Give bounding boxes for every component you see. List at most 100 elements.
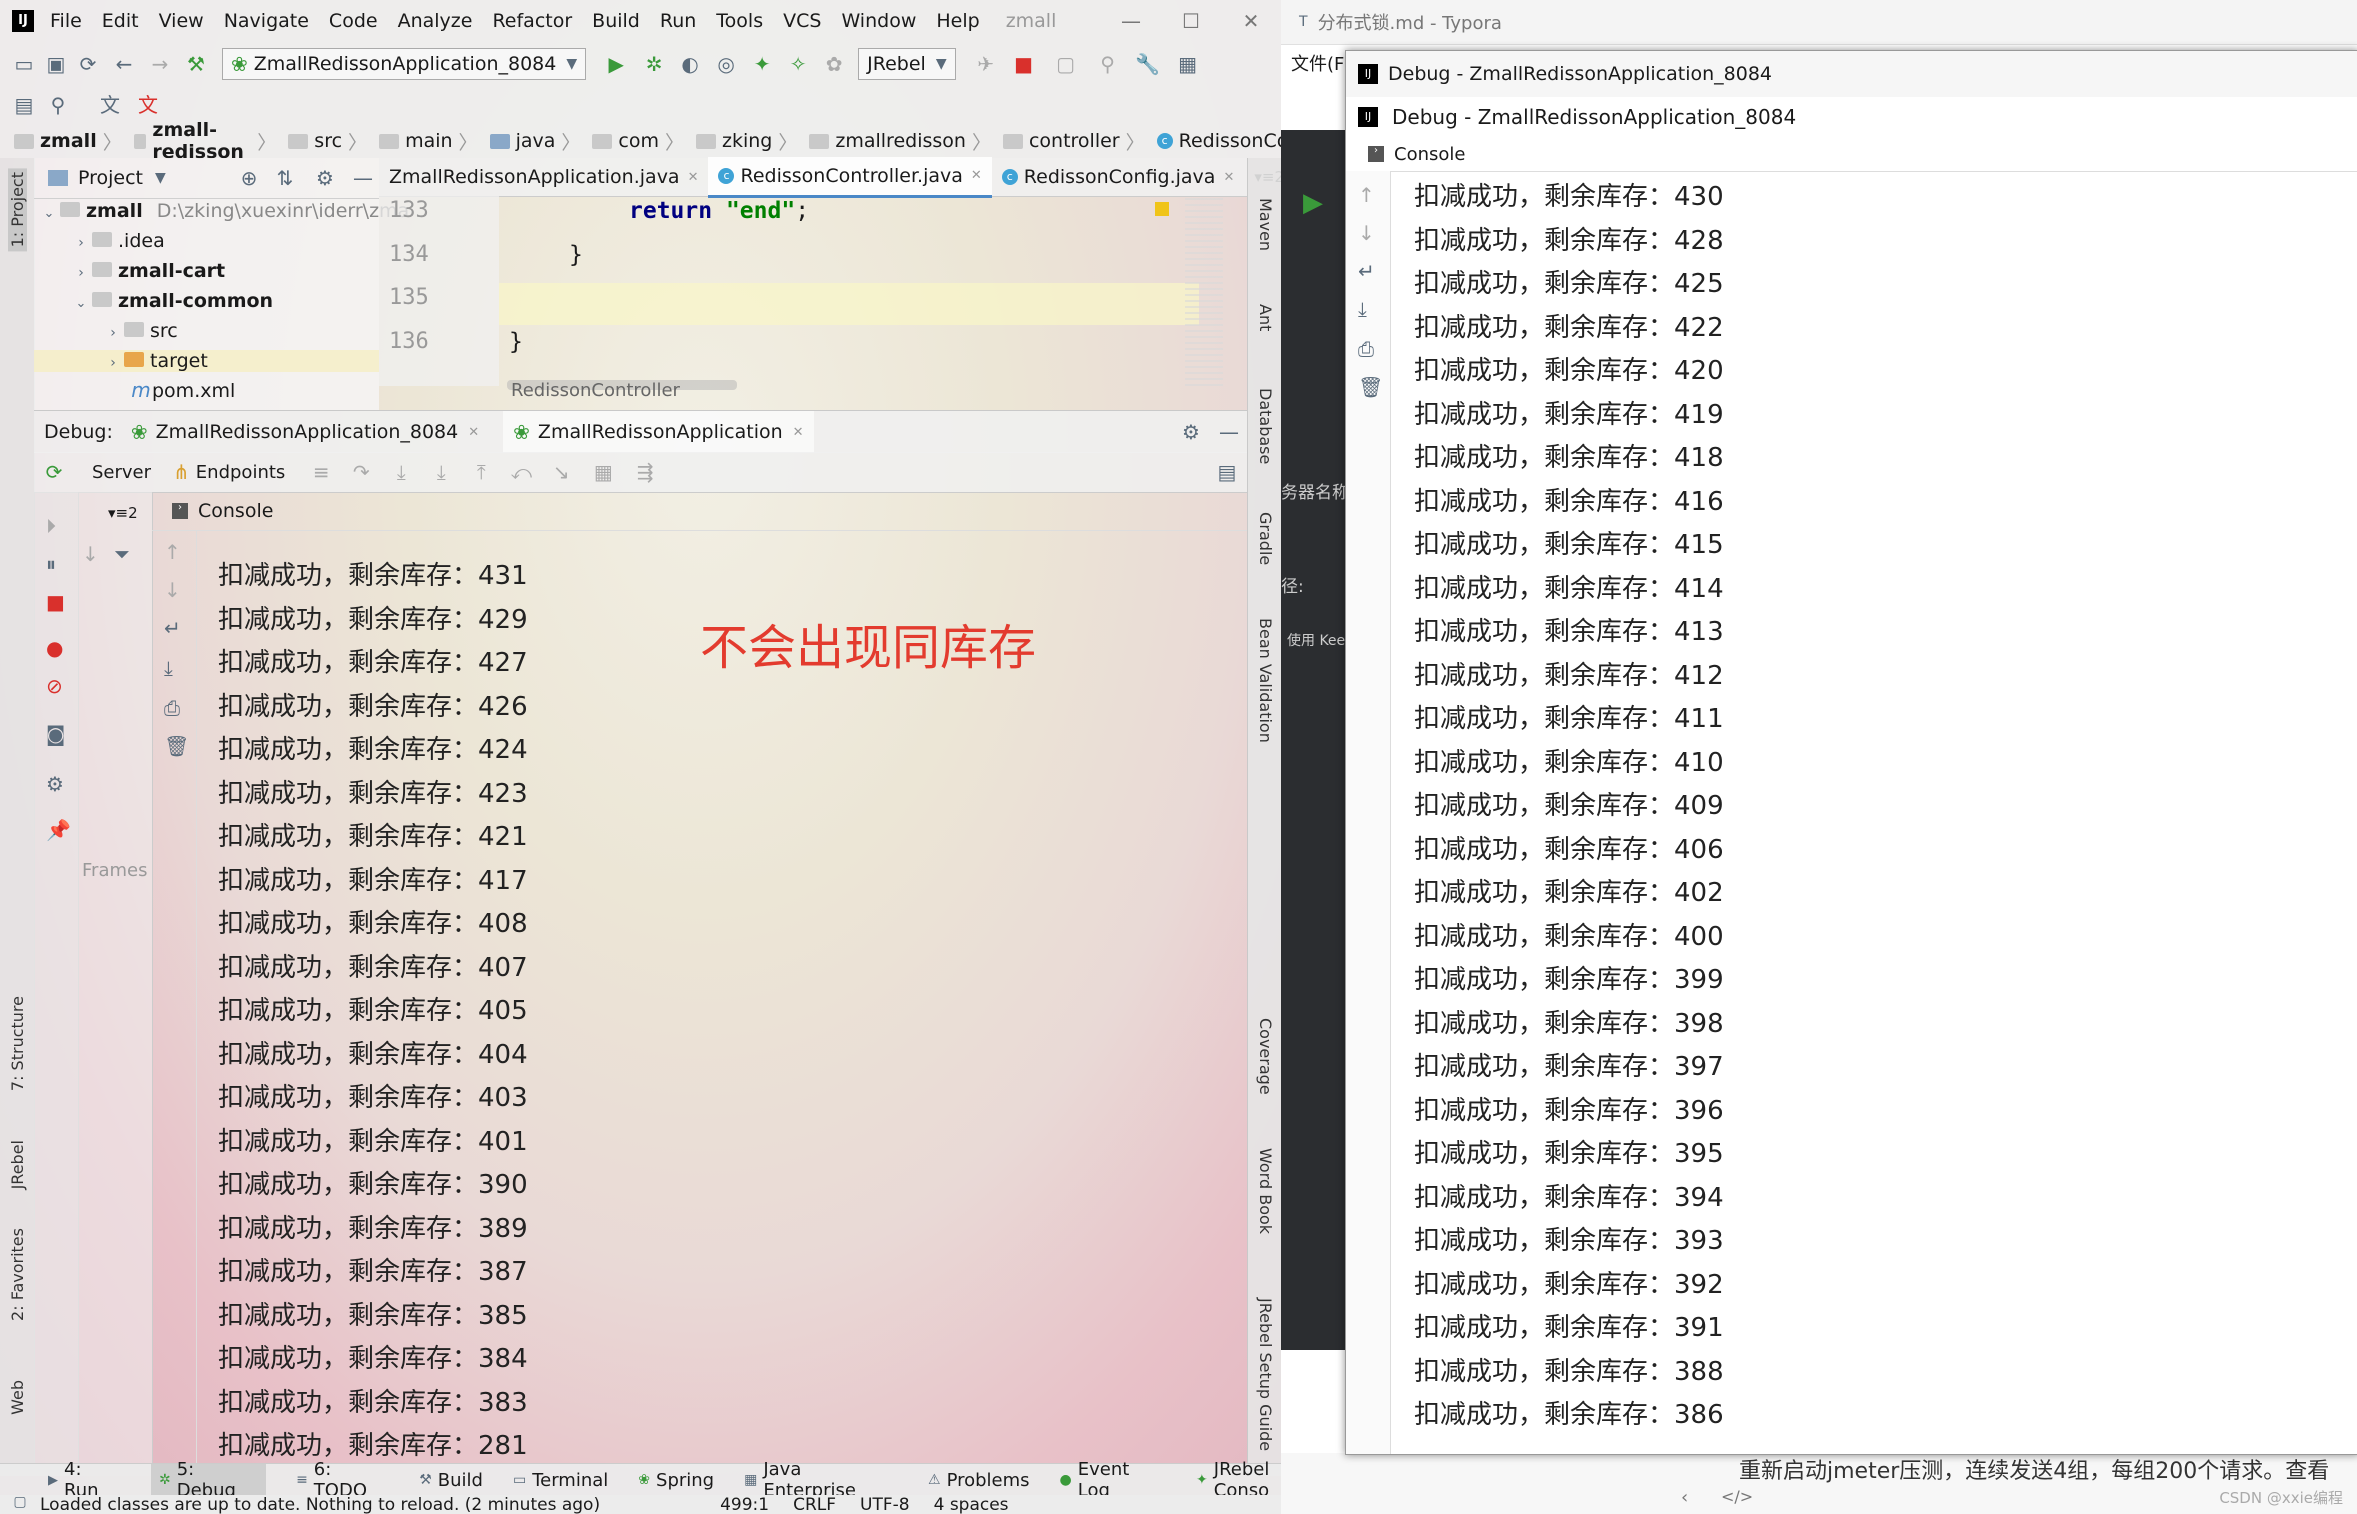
breadcrumb-java[interactable]: java 〉 bbox=[489, 128, 587, 155]
menu-navigate[interactable]: Navigate bbox=[224, 10, 309, 32]
pin-icon[interactable]: 📌 bbox=[46, 820, 71, 840]
menu-tools[interactable]: Tools bbox=[716, 10, 763, 32]
step-into-icon[interactable]: ⤓ bbox=[381, 462, 421, 482]
chevron-down-icon[interactable]: ▼ bbox=[155, 171, 166, 185]
sync-icon[interactable]: ⟳ bbox=[72, 54, 104, 74]
status-encoding[interactable]: UTF-8 bbox=[860, 1495, 910, 1514]
layout-icon[interactable]: ▤ bbox=[1207, 462, 1247, 482]
step-over-icon[interactable]: ↷ bbox=[341, 462, 381, 482]
debug-icon[interactable]: ✲ bbox=[636, 54, 672, 74]
drop-frame-icon[interactable]: ⤺ bbox=[501, 462, 541, 482]
menu-refactor[interactable]: Refactor bbox=[492, 10, 572, 32]
breadcrumb-controller[interactable]: controller 〉 bbox=[1002, 128, 1151, 155]
status-position[interactable]: 499:1 bbox=[720, 1495, 769, 1514]
translate-icon[interactable]: 文 bbox=[90, 95, 130, 115]
tree-item-zmall-cart[interactable]: › zmall-cart bbox=[70, 260, 225, 282]
close-icon[interactable]: ✕ bbox=[1221, 11, 1281, 31]
collapse-icon[interactable]: ⇅ bbox=[267, 168, 303, 188]
evaluate-icon[interactable]: ▦ bbox=[581, 462, 625, 482]
typora-menu-file[interactable]: 文件(F) bbox=[1291, 50, 1351, 76]
layout-icon[interactable]: ▤ bbox=[8, 95, 40, 115]
tool-maven[interactable]: Maven bbox=[1256, 198, 1275, 251]
source-code-icon[interactable]: </> bbox=[1721, 1489, 1753, 1505]
frames-overflow[interactable]: ▾≡2 bbox=[108, 504, 138, 522]
soft-wrap-icon[interactable]: ↵ bbox=[1358, 261, 1375, 281]
menu-edit[interactable]: Edit bbox=[102, 10, 139, 32]
search-icon[interactable]: ⚲ bbox=[40, 95, 76, 115]
breadcrumb-src[interactable]: src 〉 bbox=[288, 128, 373, 155]
frame-icon[interactable]: ▢ bbox=[1042, 54, 1090, 74]
translate-replace-icon[interactable]: 文 bbox=[130, 95, 166, 115]
back-icon[interactable]: ← bbox=[104, 54, 144, 74]
menu-build[interactable]: Build bbox=[592, 10, 640, 32]
jrebel-select[interactable]: JRebel ▼ bbox=[858, 48, 956, 80]
view-breakpoints-icon[interactable]: ● bbox=[46, 638, 63, 658]
resume-icon[interactable]: ⏵ bbox=[46, 516, 56, 536]
console-tab[interactable]: Console bbox=[198, 500, 273, 522]
tool-coverage[interactable]: Coverage bbox=[1256, 1018, 1275, 1095]
tool-word-book[interactable]: Word Book bbox=[1256, 1148, 1275, 1234]
breadcrumb-zmall-redisson[interactable]: zmall-redisson 〉 bbox=[133, 119, 283, 163]
tab-build[interactable]: ⚒ Build bbox=[419, 1470, 483, 1491]
menu-view[interactable]: View bbox=[159, 10, 204, 32]
breadcrumb-main[interactable]: main 〉 bbox=[379, 128, 484, 155]
attach-icon[interactable]: ✿ bbox=[816, 54, 852, 74]
step-out-icon[interactable]: ⤒ bbox=[461, 462, 501, 482]
menu-run[interactable]: Run bbox=[660, 10, 696, 32]
tool-project[interactable]: 1: Project bbox=[8, 168, 27, 252]
minimize-icon[interactable]: — bbox=[1101, 11, 1161, 31]
jrebel-update-icon[interactable]: ✈ bbox=[966, 54, 1006, 74]
filter-icon[interactable]: ⏷ bbox=[114, 544, 130, 564]
menu-file[interactable]: File bbox=[50, 10, 82, 32]
debug-tab-8084[interactable]: ❀ ZmallRedissonApplication_8084 ✕ bbox=[131, 421, 479, 443]
project-view-label[interactable]: Project bbox=[78, 167, 143, 189]
trace-icon[interactable]: ⇶ bbox=[625, 462, 665, 482]
print-icon[interactable]: ⎙ bbox=[164, 698, 180, 718]
debug-tab-application[interactable]: ❀ ZmallRedissonApplication ✕ bbox=[503, 411, 814, 453]
breadcrumb-zmall[interactable]: zmall 〉 bbox=[14, 128, 128, 155]
gear-icon[interactable]: ⚙ bbox=[1171, 422, 1211, 442]
print-icon[interactable]: ⎙ bbox=[1358, 339, 1374, 359]
maximize-icon[interactable]: ☐ bbox=[1161, 11, 1221, 31]
close-icon[interactable]: ✕ bbox=[468, 426, 479, 439]
tree-item-pom[interactable]: mpom.xml bbox=[130, 380, 235, 402]
tree-item-target[interactable]: › target bbox=[34, 350, 379, 372]
build-hammer-icon[interactable]: ⚒ bbox=[176, 54, 216, 74]
status-toggle-icon[interactable]: ▢ bbox=[0, 1495, 40, 1509]
trash-icon[interactable]: 🗑 bbox=[164, 736, 189, 756]
gear-icon[interactable]: ⚙ bbox=[303, 168, 347, 188]
locate-icon[interactable]: ⊕ bbox=[231, 168, 267, 188]
menu-help[interactable]: Help bbox=[936, 10, 979, 32]
settings-icon[interactable]: ⚙ bbox=[46, 774, 64, 794]
tree-item-idea[interactable]: › .idea bbox=[70, 230, 165, 252]
profile-icon[interactable]: ◎ bbox=[708, 54, 744, 74]
close-icon[interactable]: ✕ bbox=[793, 426, 804, 439]
stop-icon[interactable]: ■ bbox=[46, 592, 65, 612]
tool-jrebel-setup-guide[interactable]: JRebel Setup Guide bbox=[1256, 1298, 1275, 1451]
trash-icon[interactable]: 🗑 bbox=[1358, 377, 1383, 397]
mute-breakpoints-icon[interactable]: ⊘ bbox=[46, 676, 63, 696]
tab-zmall-redisson-application[interactable]: ZmallRedissonApplication.java ✕ bbox=[379, 158, 708, 196]
chevron-left-icon[interactable]: ‹ bbox=[1681, 1489, 1688, 1507]
arrow-down-icon[interactable]: ↓ bbox=[82, 544, 99, 564]
tool-structure[interactable]: 7: Structure bbox=[8, 996, 27, 1091]
run-config-select[interactable]: ❀ ZmallRedissonApplication_8084 ▼ bbox=[222, 48, 587, 80]
scroll-up-icon[interactable]: ↑ bbox=[1358, 185, 1375, 205]
jrebel-debug-icon[interactable]: ✧ bbox=[780, 54, 816, 74]
breadcrumb-zking[interactable]: zking 〉 bbox=[696, 128, 803, 155]
tab-problems[interactable]: ⚠ Problems bbox=[928, 1470, 1030, 1491]
tool-web[interactable]: Web bbox=[8, 1380, 27, 1415]
hide-icon[interactable]: — bbox=[347, 168, 379, 188]
close-icon[interactable]: ✕ bbox=[688, 171, 699, 184]
close-icon[interactable]: ✕ bbox=[971, 169, 982, 182]
debug-window-console-tab[interactable]: Console bbox=[1394, 144, 1465, 165]
breadcrumb-com[interactable]: com 〉 bbox=[592, 128, 690, 155]
rerun-icon[interactable]: ⟳ bbox=[34, 462, 74, 482]
forward-icon[interactable]: → bbox=[144, 54, 176, 74]
close-icon[interactable]: ✕ bbox=[1223, 171, 1234, 184]
scroll-down-icon[interactable]: ↓ bbox=[1358, 223, 1375, 243]
jrebel-run-icon[interactable]: ✦ bbox=[744, 54, 780, 74]
scroll-to-end-icon[interactable]: ⤓ bbox=[164, 658, 173, 678]
tree-root[interactable]: ⌄ zmall D:\zking\xuexinr\iderr\zma bbox=[38, 200, 410, 230]
tab-debug[interactable]: ✲ 5: Debug bbox=[150, 1459, 267, 1501]
